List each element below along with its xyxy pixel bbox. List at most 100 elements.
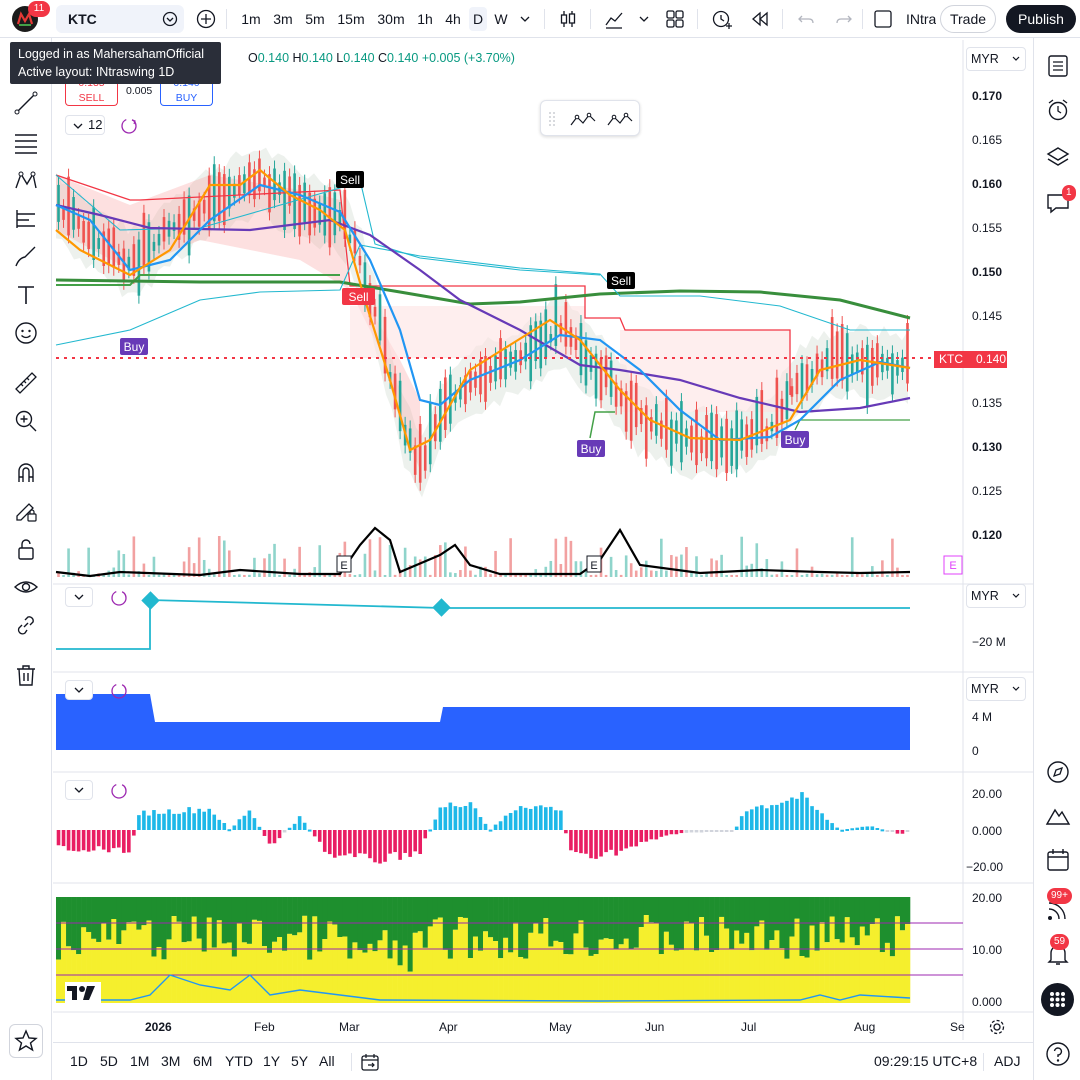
interval-w[interactable]: W (491, 7, 511, 31)
symbol-name: KTC (68, 11, 97, 27)
momentum-bar (262, 830, 267, 836)
volume-bar (288, 574, 291, 577)
adjust-toggle[interactable]: ADJ (994, 1053, 1020, 1069)
magnet-icon[interactable] (13, 460, 39, 486)
add-symbol-icon[interactable] (196, 9, 216, 29)
tradingview-logo[interactable] (65, 982, 101, 1004)
chevron-down-icon[interactable] (638, 13, 650, 25)
range-6m[interactable]: 6M (193, 1053, 212, 1069)
trash-icon[interactable] (13, 662, 39, 688)
pane4-collapse-button[interactable] (65, 780, 93, 800)
compare-symbol-icon[interactable] (162, 11, 178, 27)
indicators-collapse-button[interactable]: 12 (65, 115, 105, 135)
ruler-icon[interactable] (13, 370, 39, 396)
chevron-down-icon[interactable] (519, 13, 531, 25)
strength-bar-yellow (317, 951, 323, 1003)
sync-icon[interactable] (110, 682, 128, 700)
volume-bar (871, 566, 874, 577)
indicators-icon[interactable] (603, 8, 625, 30)
currency-select-pane2[interactable]: MYR (966, 584, 1026, 608)
interval-5m[interactable]: 5m (302, 7, 328, 31)
forecasting-icon[interactable] (13, 206, 39, 232)
trade-button[interactable]: Trade (940, 5, 996, 33)
range-ytd[interactable]: YTD (225, 1053, 253, 1069)
range-1d[interactable]: 1D (70, 1053, 88, 1069)
range-5y[interactable]: 5Y (291, 1053, 308, 1069)
interval-15m[interactable]: 15m (335, 7, 367, 31)
volume-bar (253, 557, 256, 577)
templates-grid-icon[interactable] (664, 8, 686, 30)
link-icon[interactable] (13, 612, 39, 638)
unlock-icon[interactable] (13, 536, 39, 562)
undo-icon[interactable] (796, 9, 816, 29)
volume-bar (514, 574, 517, 577)
symbol-search[interactable]: KTC (56, 5, 184, 33)
strength-bar-yellow (447, 958, 454, 1003)
range-5d[interactable]: 5D (100, 1053, 118, 1069)
help-icon[interactable] (1045, 1041, 1071, 1067)
candlestick-icon[interactable] (557, 8, 579, 30)
interval-d[interactable]: D (469, 7, 487, 31)
settings-gear-icon[interactable] (988, 1018, 1006, 1036)
zoom-in-icon[interactable] (13, 408, 39, 434)
ideas-mountain-icon[interactable] (1045, 803, 1071, 829)
apps-button[interactable] (1041, 983, 1074, 1016)
range-1y[interactable]: 1Y (263, 1053, 280, 1069)
buy-button[interactable]: 0.140 BUY (160, 77, 213, 106)
compass-icon[interactable] (1045, 759, 1071, 785)
interval-1h[interactable]: 1h (413, 7, 437, 31)
spread-value: 0.005 (126, 85, 153, 97)
calendar-icon[interactable] (1045, 847, 1071, 873)
strength-bar-green (503, 897, 509, 938)
momentum-bar (373, 830, 377, 863)
strength-bar-yellow (563, 954, 569, 1003)
range-all[interactable]: All (319, 1053, 335, 1069)
strength-bar-green (277, 897, 283, 938)
interval-3m[interactable]: 3m (270, 7, 296, 31)
layout-select-icon[interactable] (873, 9, 893, 29)
fib-retracement-icon[interactable] (13, 130, 39, 156)
pane2-collapse-button[interactable] (65, 587, 93, 607)
currency-select-main[interactable]: MYR (966, 47, 1026, 71)
chart-canvas[interactable]: Buy Buy Buy Sell Sell Sell E E E (53, 40, 1033, 1040)
volume-bar (358, 574, 362, 577)
layout-name[interactable]: INtra (906, 7, 936, 31)
strength-bar-yellow (734, 930, 740, 1003)
eye-icon[interactable] (13, 574, 39, 600)
momentum-bar (554, 810, 558, 830)
interval-1m[interactable]: 1m (238, 7, 264, 31)
watchlist-icon[interactable] (1045, 53, 1071, 79)
layers-icon[interactable] (1045, 144, 1071, 170)
goto-date-icon[interactable] (360, 1052, 380, 1072)
sync-icon[interactable] (110, 782, 128, 800)
emoji-icon[interactable] (13, 320, 39, 346)
clock-display[interactable]: 09:29:15 UTC+8 (874, 1053, 977, 1069)
replay-icon[interactable] (749, 8, 771, 30)
trend-line-icon[interactable] (13, 90, 39, 116)
sync-icon[interactable] (120, 117, 138, 135)
volume-bar (544, 566, 548, 577)
text-tool-icon[interactable] (13, 282, 39, 308)
interval-30m[interactable]: 30m (374, 7, 408, 31)
pane3-collapse-button[interactable] (65, 680, 93, 700)
lock-drawing-icon[interactable] (13, 498, 39, 524)
sell-button[interactable]: 0.135 SELL (65, 77, 118, 106)
strength-bar-green (739, 897, 745, 944)
currency-select-pane3[interactable]: MYR (966, 677, 1026, 701)
publish-button[interactable]: Publish (1006, 5, 1076, 33)
sync-icon[interactable] (110, 589, 128, 607)
pattern-icon[interactable] (13, 168, 39, 194)
range-3m[interactable]: 3M (161, 1053, 180, 1069)
brush-icon[interactable] (13, 244, 39, 270)
redo-icon[interactable] (834, 9, 854, 29)
range-1m[interactable]: 1M (130, 1053, 149, 1069)
alarm-clock-icon[interactable] (1045, 97, 1071, 123)
alert-clock-icon[interactable] (710, 7, 734, 31)
strength-bar-green (809, 897, 815, 926)
volume-bar (504, 574, 507, 577)
momentum-bar (433, 819, 438, 830)
floating-drawing-toolbar[interactable] (540, 100, 640, 136)
interval-4h[interactable]: 4h (441, 7, 465, 31)
momentum-bar (599, 830, 603, 857)
favorites-button[interactable] (9, 1024, 43, 1058)
